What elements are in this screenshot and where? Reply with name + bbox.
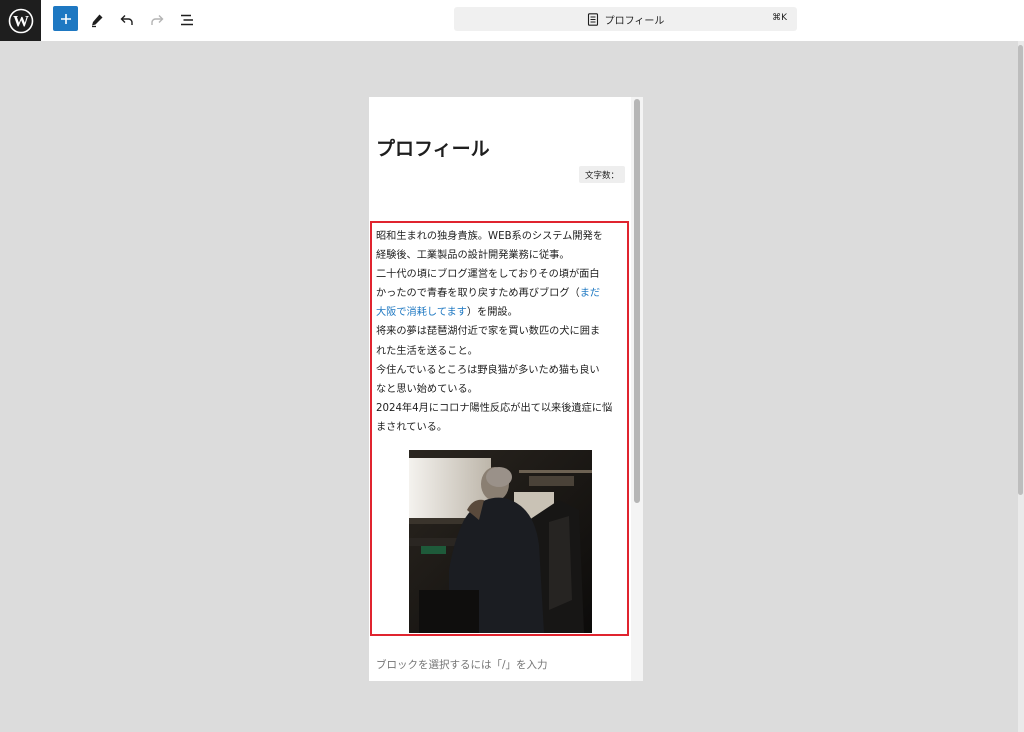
paragraph-line: 二十代の頃にブログ運営をしておりその頃が面白 (376, 269, 600, 281)
undo-icon (120, 15, 133, 25)
paragraph-line: れた生活を送ること。 (376, 345, 478, 357)
profile-image[interactable] (409, 450, 592, 633)
character-count-badge: 文字数： (579, 166, 625, 183)
paragraph-line: 昭和生まれの独身貴族。WEB系のシステム開発を (376, 231, 603, 242)
paragraph-line: まされている。 (376, 421, 448, 433)
preview-scrollbar[interactable] (631, 97, 643, 681)
canvas-scrollbar[interactable] (1018, 41, 1024, 732)
paragraph-line: 今住んでいるところは野良猫が多いため猫も良い (376, 364, 600, 376)
profile-paragraph[interactable]: 昭和生まれの独身貴族。WEB系のシステム開発を 経験後、工業製品の設計開発業務に… (376, 227, 626, 437)
blog-link[interactable]: 大阪で消耗してます (376, 307, 467, 318)
document-title: プロフィール (604, 15, 665, 27)
plus-icon (60, 13, 71, 24)
paragraph-line: 将来の夢は琵琶湖付近で家を買い数匹の犬に囲ま (376, 326, 601, 338)
paragraph-line: 経験後、工業製品の設計開発業務に従事。 (376, 250, 570, 262)
svg-text:W: W (13, 13, 29, 30)
page-icon (587, 12, 598, 26)
tools-button[interactable] (84, 7, 110, 33)
redo-icon (151, 15, 164, 25)
redo-button[interactable] (144, 7, 170, 33)
paragraph-text: かったので青春を取り戻すため再びブログ（ (376, 288, 580, 300)
add-block-button[interactable] (53, 6, 78, 31)
wordpress-logo-icon[interactable]: W (0, 0, 41, 41)
paragraph-line-with-link: かったので青春を取り戻すため再びブログ（まだ (376, 284, 626, 303)
paragraph-line: 2024年4月にコロナ陽性反応が出て以来後遺症に悩 (376, 402, 613, 414)
keyboard-shortcut: ⌘K (772, 13, 787, 23)
paragraph-line-with-link: 大阪で消耗してます）を開設。 (376, 303, 626, 322)
paragraph-text: ）を開設。 (466, 307, 518, 319)
list-view-icon (181, 14, 193, 26)
pencil-icon (92, 14, 103, 28)
post-title[interactable]: プロフィール (376, 134, 490, 161)
document-overview-button[interactable] (174, 7, 200, 33)
editor-toolbar: W プロフィール ⌘K (0, 0, 1024, 42)
block-appender-placeholder[interactable]: ブロックを選択するには「/」を入力 (376, 657, 548, 672)
command-palette-bar[interactable]: プロフィール ⌘K (454, 7, 797, 31)
blog-link[interactable]: まだ (580, 288, 600, 299)
undo-button[interactable] (114, 7, 140, 33)
paragraph-line: なと思い始めている。 (376, 383, 478, 395)
